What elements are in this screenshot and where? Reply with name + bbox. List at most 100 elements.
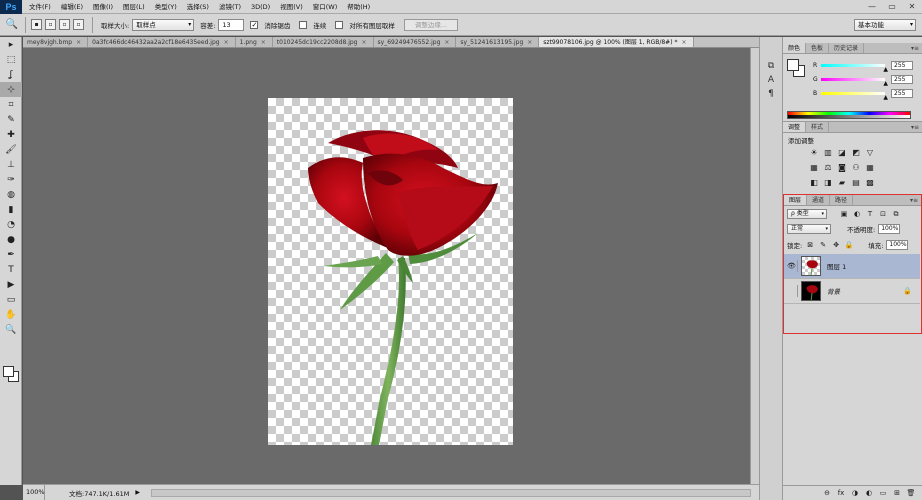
- menu-type[interactable]: 类型(Y): [150, 0, 182, 14]
- dodge-tool-icon[interactable]: ●: [0, 232, 22, 247]
- canvas-area[interactable]: [23, 48, 750, 484]
- menu-file[interactable]: 文件(F): [24, 0, 56, 14]
- blue-value-input[interactable]: 255: [891, 88, 913, 98]
- rectangle-tool-icon[interactable]: ▭: [0, 292, 22, 307]
- new-layer-icon[interactable]: ⊞: [892, 488, 902, 498]
- slider-thumb-icon[interactable]: ▲: [883, 94, 888, 101]
- sample-all-layers-checkbox[interactable]: [335, 20, 344, 29]
- panel-menu-icon[interactable]: ▾≡: [911, 122, 919, 133]
- new-selection-icon[interactable]: ▪: [31, 19, 42, 30]
- eyedropper-tool-icon[interactable]: ✎: [0, 112, 22, 127]
- contiguous-checkbox[interactable]: [299, 20, 308, 29]
- channel-mixer-icon[interactable]: ▦: [865, 163, 875, 173]
- type-tool-icon[interactable]: T: [0, 262, 22, 277]
- lasso-tool-icon[interactable]: ʆ: [0, 67, 22, 82]
- green-slider[interactable]: ▲: [821, 77, 888, 86]
- opacity-input[interactable]: 100%: [878, 224, 901, 234]
- gradient-tool-icon[interactable]: ▮: [0, 202, 22, 217]
- healing-brush-tool-icon[interactable]: ✚: [0, 127, 22, 142]
- clone-stamp-tool-icon[interactable]: ⊥: [0, 157, 22, 172]
- layer-mask-icon[interactable]: ◑: [850, 488, 860, 498]
- pen-tool-icon[interactable]: ✒: [0, 247, 22, 262]
- close-tab-icon[interactable]: ×: [76, 39, 81, 46]
- red-value-input[interactable]: 255: [891, 60, 913, 70]
- intersect-selection-icon[interactable]: ▫: [73, 19, 84, 30]
- quick-selection-tool-icon[interactable]: ⊹: [0, 82, 22, 97]
- path-selection-tool-icon[interactable]: ▶: [0, 277, 22, 292]
- vertical-scrollbar[interactable]: [750, 48, 759, 484]
- doc-tab[interactable]: 0a3fc466dc46432aa2a2cf18e6435eed.jpg ×: [88, 37, 236, 47]
- doc-tab[interactable]: sy_69249476552.jpg ×: [373, 37, 457, 47]
- exposure-icon[interactable]: ◩: [851, 148, 861, 158]
- tab-history[interactable]: 历史记录: [829, 43, 865, 53]
- slider-thumb-icon[interactable]: ▲: [883, 66, 888, 73]
- doc-tab-active[interactable]: szt99078106.jpg @ 100% (图层 1, RGB/8#) * ×: [539, 37, 694, 47]
- pixel-filter-icon[interactable]: ▣: [839, 209, 849, 219]
- blur-tool-icon[interactable]: ◔: [0, 217, 22, 232]
- zoom-tool-icon[interactable]: 🔍: [0, 322, 22, 337]
- lock-all-icon[interactable]: 🔒: [844, 240, 854, 250]
- link-layers-icon[interactable]: ⊖: [822, 488, 832, 498]
- brightness-icon[interactable]: ☀: [809, 148, 819, 158]
- menu-window[interactable]: 窗口(W): [308, 0, 343, 14]
- menu-help[interactable]: 帮助(H): [342, 0, 375, 14]
- layer-row-layer1[interactable]: 👁 图层 1: [784, 254, 920, 279]
- blue-slider[interactable]: ▲: [821, 91, 888, 100]
- doc-tab[interactable]: 1.png ×: [235, 37, 273, 47]
- brush-tool-icon[interactable]: 🖌: [0, 142, 22, 157]
- menu-select[interactable]: 选择(S): [182, 0, 214, 14]
- black-white-icon[interactable]: ◙: [837, 163, 847, 173]
- workspace-select[interactable]: 基本功能: [854, 19, 916, 31]
- layer-style-icon[interactable]: fx: [836, 488, 846, 498]
- adjustment-filter-icon[interactable]: ◐: [852, 209, 862, 219]
- tab-color[interactable]: 颜色: [783, 43, 807, 53]
- close-tab-icon[interactable]: ×: [361, 39, 366, 46]
- refine-edge-button[interactable]: 调整边缘...: [403, 18, 459, 31]
- invert-icon[interactable]: ◧: [809, 178, 819, 188]
- panel-menu-icon[interactable]: ▾≡: [911, 43, 919, 54]
- horizontal-scrollbar[interactable]: [151, 489, 751, 497]
- tab-layers[interactable]: 图层: [784, 195, 808, 205]
- type-filter-icon[interactable]: T: [865, 209, 875, 219]
- quick-selection-preset-icon[interactable]: 🔍: [4, 17, 20, 33]
- close-tab-icon[interactable]: ×: [224, 39, 229, 46]
- close-window-button[interactable]: ✕: [902, 0, 922, 14]
- lock-position-icon[interactable]: ✥: [831, 240, 841, 250]
- visibility-toggle[interactable]: [786, 285, 798, 297]
- panel-foreground-swatch[interactable]: [787, 59, 799, 71]
- close-tab-icon[interactable]: ×: [444, 39, 449, 46]
- fill-input[interactable]: 100%: [886, 240, 909, 250]
- vibrance-icon[interactable]: ▽: [865, 148, 875, 158]
- antialias-checkbox[interactable]: ✓: [250, 20, 259, 29]
- maximize-button[interactable]: ▭: [882, 0, 902, 14]
- crop-tool-icon[interactable]: ⌗: [0, 97, 22, 112]
- shape-filter-icon[interactable]: ⊡: [878, 209, 888, 219]
- eye-icon[interactable]: 👁: [786, 260, 798, 272]
- lock-transparency-icon[interactable]: ⊠: [805, 240, 815, 250]
- blend-mode-select[interactable]: 正常: [787, 224, 831, 234]
- lock-pixels-icon[interactable]: ✎: [818, 240, 828, 250]
- tab-channels[interactable]: 通道: [807, 195, 831, 205]
- character-panel-icon[interactable]: A: [760, 73, 782, 87]
- doc-tab[interactable]: sy_51241613195.jpg ×: [456, 37, 540, 47]
- tab-paths[interactable]: 路径: [830, 195, 854, 205]
- photo-filter-icon[interactable]: ⚇: [851, 163, 861, 173]
- tab-styles[interactable]: 样式: [806, 122, 830, 132]
- hand-tool-icon[interactable]: ✋: [0, 307, 22, 322]
- adjustment-layer-icon[interactable]: ◐: [864, 488, 874, 498]
- menu-image[interactable]: 图像(I): [88, 0, 118, 14]
- curves-icon[interactable]: ◪: [837, 148, 847, 158]
- menu-layer[interactable]: 图层(L): [118, 0, 150, 14]
- trash-icon[interactable]: 🗑: [906, 488, 916, 498]
- close-tab-icon[interactable]: ×: [681, 39, 686, 46]
- move-tool-icon[interactable]: ▸: [0, 37, 22, 52]
- posterize-icon[interactable]: ◨: [823, 178, 833, 188]
- threshold-icon[interactable]: ▰: [837, 178, 847, 188]
- red-slider[interactable]: ▲: [821, 63, 888, 72]
- sample-size-select[interactable]: 取样点: [132, 18, 195, 31]
- paragraph-panel-icon[interactable]: ¶: [760, 87, 782, 101]
- zoom-level-field[interactable]: 100%: [23, 484, 45, 500]
- layer-row-background[interactable]: 背景 🔒: [784, 279, 920, 304]
- tab-adjustments[interactable]: 调整: [783, 122, 807, 132]
- tab-swatches[interactable]: 色板: [806, 43, 830, 53]
